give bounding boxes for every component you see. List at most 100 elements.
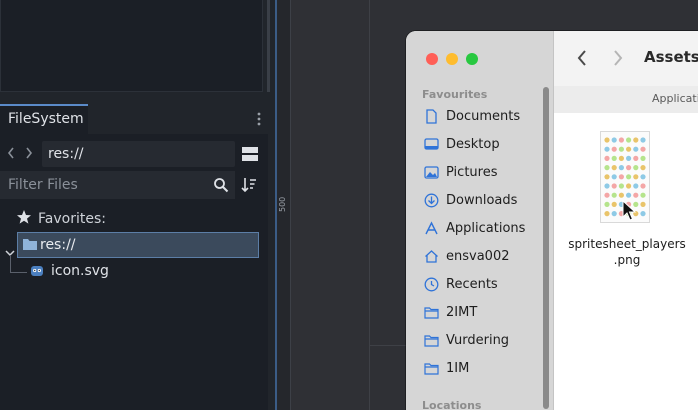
chevron-down-icon[interactable] [5, 242, 15, 257]
sprite-frame [633, 192, 639, 198]
favorites-label[interactable]: Favorites: [16, 208, 106, 230]
sprite-frame [633, 137, 639, 143]
sprite-frame [618, 137, 624, 143]
sprite-frame [640, 165, 646, 171]
tree-item-res-root[interactable]: res:// [17, 232, 259, 258]
sidebar-item-label: Documents [446, 109, 521, 124]
sprite-frame [604, 137, 610, 143]
sprite-frame [640, 174, 646, 180]
sidebar-scrollbar[interactable] [543, 87, 549, 409]
sprite-frame [626, 137, 632, 143]
sprite-frame [611, 192, 617, 198]
window-title: Assets [644, 48, 698, 66]
finder-window[interactable]: Favourites Documents Desktop Pictures Do… [406, 31, 698, 410]
recents-icon [424, 277, 439, 292]
godot-logo-icon [31, 266, 43, 276]
sprite-frame [611, 146, 617, 152]
sidebar-item-label: ensva002 [446, 249, 510, 264]
sprite-frame [604, 183, 610, 189]
sprite-frame [640, 211, 646, 217]
finder-toolbar: Assets [554, 31, 698, 87]
file-list: spritesheet_players .png [554, 113, 698, 410]
sidebar-item-label: 1IM [446, 361, 470, 376]
file-name-line: spritesheet_players [568, 237, 686, 251]
file-name-extension: .png [613, 253, 641, 267]
back-icon[interactable] [576, 49, 588, 67]
sidebar-section-favourites: Favourites [422, 88, 488, 101]
dock-menu-icon[interactable] [256, 111, 262, 127]
sprite-frame [640, 146, 646, 152]
sprite-frame [633, 146, 639, 152]
file-name-label[interactable]: spritesheet_players .png [564, 236, 690, 268]
path-input[interactable]: res:// [42, 141, 235, 167]
sprite-frame [618, 165, 624, 171]
split-mode-icon[interactable] [241, 145, 259, 163]
sprite-frame [611, 155, 617, 161]
sprite-frame [633, 155, 639, 161]
folder-icon [424, 363, 439, 375]
sprite-frame [626, 165, 632, 171]
sidebar-item-label: Desktop [446, 137, 500, 152]
filter-files-input[interactable]: Filter Files [0, 171, 235, 199]
sprite-frame [604, 155, 610, 161]
sprite-frame [611, 183, 617, 189]
sidebar-item-vurdering[interactable]: Vurdering [424, 330, 548, 352]
sidebar-item-downloads[interactable]: Downloads [424, 190, 548, 212]
minimize-button[interactable] [446, 53, 458, 65]
desktop-icon [424, 138, 439, 150]
sidebar-item-recents[interactable]: Recents [424, 274, 548, 296]
history-back-icon[interactable] [6, 145, 16, 159]
sprite-frame [626, 174, 632, 180]
document-icon [426, 109, 437, 124]
path-column-header: Applicatio [554, 86, 698, 114]
ruler-tick-label: 500 [278, 196, 287, 212]
sprite-frame [604, 174, 610, 180]
zoom-button[interactable] [466, 53, 478, 65]
downloads-icon [424, 193, 439, 208]
sidebar-item-1im[interactable]: 1IM [424, 358, 548, 380]
sprite-frame [626, 183, 632, 189]
close-button[interactable] [426, 53, 438, 65]
sidebar-item-pictures[interactable]: Pictures [424, 162, 548, 184]
viewport-guide-line [369, 0, 370, 410]
star-icon [16, 209, 32, 225]
sprite-frame [604, 201, 610, 207]
folder-icon [23, 239, 37, 250]
sidebar-item-home[interactable]: ensva002 [424, 246, 548, 268]
sprite-frame [604, 146, 610, 152]
filesystem-panel: res:// Filter Files Favorites: res:// ic… [0, 134, 268, 410]
sprite-frame [618, 155, 624, 161]
applications-icon [425, 221, 438, 235]
folder-icon [424, 307, 439, 319]
tree-connector [10, 255, 27, 273]
sprite-frame [633, 174, 639, 180]
filesystem-dock-header: FileSystem [0, 104, 275, 134]
sprite-frame [626, 192, 632, 198]
mouse-pointer-icon [622, 199, 638, 222]
sprite-frame [618, 192, 624, 198]
sidebar-item-2imt[interactable]: 2IMT [424, 302, 548, 324]
sidebar-item-label: Vurdering [446, 333, 510, 348]
sprite-frame [604, 211, 610, 217]
scene-dock-scrollbar[interactable] [267, 0, 270, 92]
tab-filesystem[interactable]: FileSystem [0, 104, 88, 134]
sidebar-item-documents[interactable]: Documents [424, 106, 548, 128]
sprite-frame [640, 183, 646, 189]
finder-sidebar: Favourites Documents Desktop Pictures Do… [406, 31, 554, 410]
sprite-frame [640, 137, 646, 143]
forward-icon[interactable] [612, 49, 624, 67]
sprite-frame [633, 165, 639, 171]
search-icon [213, 177, 229, 193]
sprite-frame [633, 183, 639, 189]
history-forward-icon[interactable] [24, 145, 34, 159]
sprite-frame [611, 174, 617, 180]
sort-icon[interactable] [240, 176, 258, 194]
sidebar-item-applications[interactable]: Applications [424, 218, 548, 240]
viewport-guide-line [369, 345, 409, 346]
sprite-frame [604, 192, 610, 198]
home-icon [425, 250, 438, 263]
sprite-frame [618, 146, 624, 152]
sprite-frame [604, 165, 610, 171]
sidebar-item-desktop[interactable]: Desktop [424, 134, 548, 156]
vertical-ruler: 500 [277, 0, 291, 410]
